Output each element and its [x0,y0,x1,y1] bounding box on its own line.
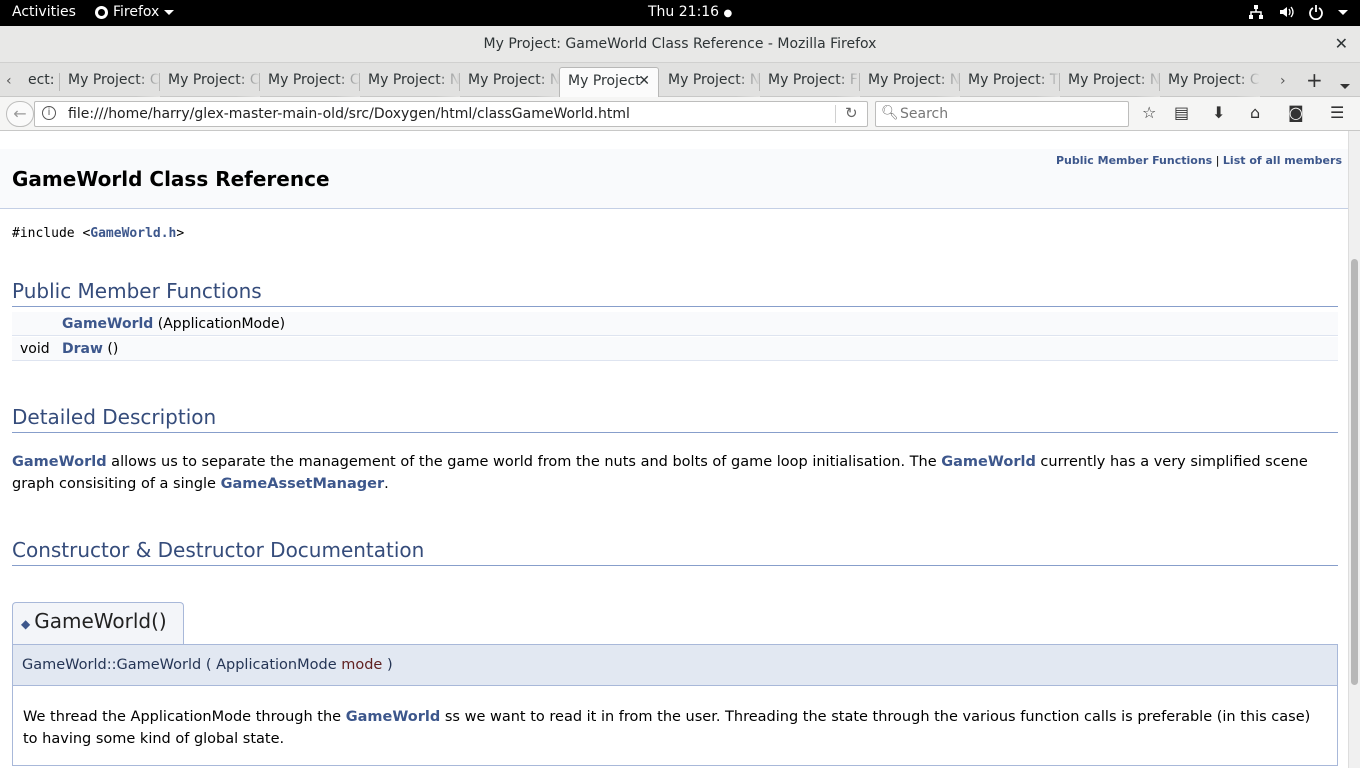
app-menu[interactable]: Firefox [95,4,175,20]
scroll-tabs-left-icon[interactable]: ‹ [6,73,12,89]
search-icon: 🔍︎ [881,105,899,121]
window-titlebar: My Project: GameWorld Class Reference - … [0,26,1360,63]
power-icon [1309,5,1323,20]
firefox-icon [95,5,108,19]
gameworld-link[interactable]: GameWorld [941,454,1036,470]
gnome-top-bar: Activities Firefox Thu 21:16 ● [0,0,1360,26]
public-member-functions-header: Public Member Functions [12,279,1338,307]
diamond-icon: ◆ [21,617,31,631]
volume-icon [1280,6,1294,18]
window-title: My Project: GameWorld Class Reference - … [483,36,877,52]
member-signature: Draw () [62,341,118,357]
prototype-text: GameWorld::GameWorld ( ApplicationMode [22,657,342,673]
member-title-label: GameWorld() [34,609,167,633]
clock-label: Thu 21:16 [648,4,720,20]
gameworld-link[interactable]: GameWorld [346,709,441,725]
member-row: void Draw () [12,337,1338,361]
include-prefix: #include < [12,226,91,241]
gameworld-link[interactable]: GameWorld [12,454,107,470]
summary-separator: | [1215,154,1220,167]
tab[interactable]: My Project: N [360,67,460,97]
tab[interactable]: My Project: C [1160,67,1260,97]
downloads-icon[interactable]: ⬇ [1212,103,1225,122]
home-icon[interactable]: ⌂ [1250,103,1260,122]
pocket-icon[interactable]: ◙ [1288,103,1304,122]
prototype-text: ) [382,657,393,673]
detailed-description-text: GameWorld allows us to separate the mana… [12,451,1332,495]
tab[interactable]: My Project: C [260,67,360,97]
member-link[interactable]: Draw [62,341,103,357]
member-link[interactable]: GameWorld [62,316,153,332]
tab-label: ect: M [28,72,60,88]
member-args: (ApplicationMode) [153,316,286,332]
tab[interactable]: My Project: F [760,67,860,97]
tab[interactable]: My Project: N [460,67,560,97]
member-signature: GameWorld (ApplicationMode) [62,316,285,332]
tab-label: My Project [568,73,641,89]
chevron-down-icon [1338,9,1348,15]
include-file-link[interactable]: GameWorld.h [90,226,176,241]
back-button[interactable]: ← [6,101,34,127]
page-title: GameWorld Class Reference [12,167,330,191]
close-tab-icon[interactable]: ✕ [638,73,650,89]
member-prototype: GameWorld::GameWorld ( ApplicationMode m… [12,644,1338,686]
clock[interactable]: Thu 21:16 ● [648,4,732,20]
tab[interactable]: My Project: C [60,67,160,97]
prototype-param: mode [341,657,383,673]
network-icon [1249,5,1263,19]
public-member-functions-link[interactable]: Public Member Functions [1056,154,1212,167]
navigation-toolbar: ← i file:///home/harry/glex-master-main-… [0,97,1360,131]
summary-links: Public Member Functions | List of all me… [1056,154,1342,167]
gameassetmanager-link[interactable]: GameAssetManager [221,476,385,492]
reload-icon[interactable]: ↻ [845,104,858,122]
list-of-all-members-link[interactable]: List of all members [1223,154,1342,167]
system-tray[interactable] [1248,4,1348,20]
member-doc: We thread the ApplicationMode through th… [12,686,1338,766]
include-line: #include <GameWorld.h> [12,226,184,241]
page-content: Public Member Functions | List of all me… [0,131,1348,768]
desc-text: . [384,476,389,492]
search-input[interactable]: 🔍︎ Search [875,101,1129,127]
tab[interactable]: My Project: T [960,67,1060,97]
tab[interactable]: ect: M [20,67,60,97]
activities-button[interactable]: Activities [12,4,76,20]
doxygen-header: Public Member Functions | List of all me… [0,149,1348,209]
desc-text: allows us to separate the management of … [106,454,942,470]
constructor-documentation-header: Constructor & Destructor Documentation [12,538,1338,566]
tab[interactable]: My Project: N [860,67,960,97]
url-text[interactable]: file:///home/harry/glex-master-main-old/… [68,106,630,122]
scroll-tabs-right-icon[interactable]: › [1280,73,1286,89]
member-row: GameWorld (ApplicationMode) [12,312,1338,336]
url-separator [835,105,836,123]
tab[interactable]: My Project: C [160,67,260,97]
tab-strip: ‹ ect: M My Project: C My Project: C My … [0,63,1360,97]
list-tabs-icon[interactable] [1340,77,1350,93]
chevron-down-icon [164,9,175,15]
app-menu-label: Firefox [113,4,160,20]
url-bar[interactable]: i file:///home/harry/glex-master-main-ol… [34,101,868,127]
hamburger-menu-icon[interactable]: ☰ [1330,103,1344,122]
vertical-scrollbar[interactable] [1348,131,1360,768]
tab-active[interactable]: My Project ✕ [559,67,659,97]
close-window-button[interactable]: ✕ [1335,34,1348,53]
member-type: void [20,341,50,357]
detailed-description-header: Detailed Description [12,405,1338,433]
member-args: () [102,341,119,357]
new-tab-icon[interactable]: + [1306,68,1323,92]
bookmark-star-icon[interactable]: ☆ [1142,103,1156,122]
doc-text: We thread the ApplicationMode through th… [23,709,346,725]
scrollbar-thumb[interactable] [1351,259,1358,685]
bookmarks-menu-icon[interactable]: ▤ [1174,103,1189,122]
tab[interactable]: My Project: N [660,67,760,97]
tab[interactable]: My Project: N [1060,67,1160,97]
include-suffix: > [176,226,185,241]
search-placeholder: Search [900,106,949,122]
member-title: ◆ GameWorld() [12,602,184,646]
info-icon[interactable]: i [42,106,56,120]
